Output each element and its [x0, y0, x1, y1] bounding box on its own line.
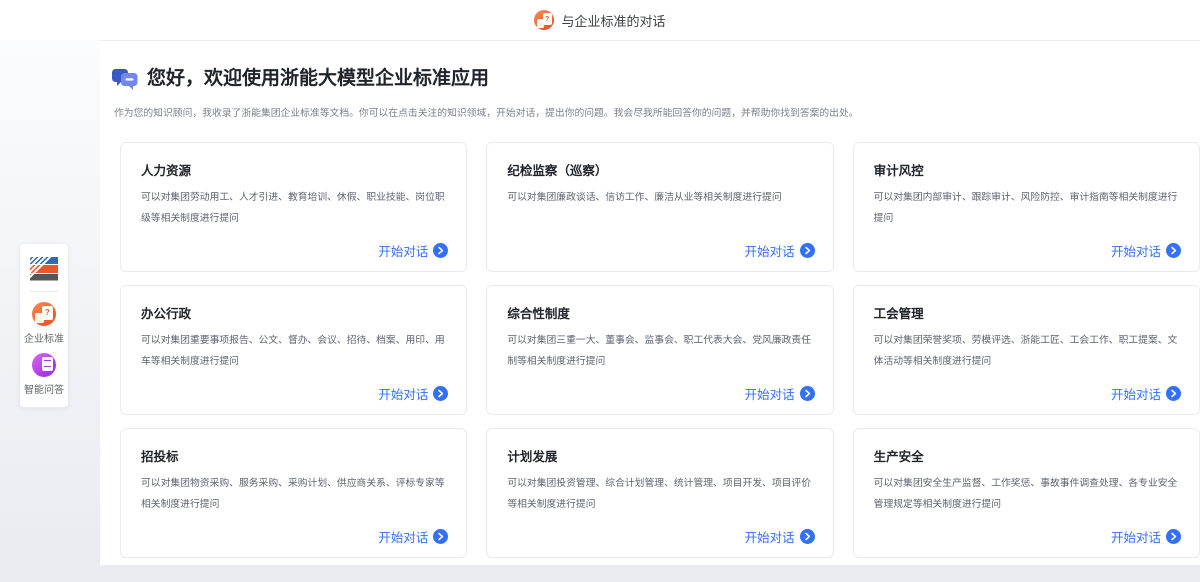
- card-description: 可以对集团三重一大、董事会、监事会、职工代表大会、党风廉政责任制等相关制度进行提…: [507, 330, 812, 372]
- doc-front-shape: ?: [543, 13, 552, 24]
- welcome-title: 您好，欢迎使用浙能大模型企业标准应用: [147, 67, 489, 91]
- arrow-right-icon: [433, 386, 448, 401]
- arrow-right-icon: [800, 386, 815, 401]
- card-title: 计划发展: [507, 446, 812, 465]
- start-chat-button[interactable]: 开始对话: [1111, 384, 1181, 403]
- card-description: 可以对集团内部审计、跟踪审计、风险防控、审计指南等相关制度进行提问: [874, 187, 1179, 229]
- card-audit-risk[interactable]: 审计风控 可以对集团内部审计、跟踪审计、风险防控、审计指南等相关制度进行提问 开…: [853, 142, 1200, 272]
- doc-front-shape: ?: [42, 306, 53, 320]
- sidebar-item-enterprise-standard[interactable]: ? 企业标准: [24, 302, 64, 345]
- arrow-right-icon: [433, 529, 448, 544]
- sidebar-item-smart-qa[interactable]: 智能问答: [24, 353, 64, 396]
- card-description: 可以对集团荣誉奖项、劳模评选、浙能工匠、工会工作、职工提案、文体活动等相关制度进…: [874, 330, 1179, 372]
- card-discipline-inspection[interactable]: 纪检监察（巡察） 可以对集团廉政谈话、信访工作、廉洁从业等相关制度进行提问 开始…: [486, 142, 833, 272]
- card-title: 审计风控: [874, 160, 1179, 179]
- doc-front-shape: [42, 357, 53, 371]
- welcome-subtitle: 作为您的知识顾问，我收录了浙能集团企业标准等文档。你可以在点击关注的知识领域，开…: [114, 105, 1180, 119]
- start-chat-label: 开始对话: [378, 384, 428, 403]
- chat-bubbles-icon: [112, 68, 138, 90]
- start-chat-button[interactable]: 开始对话: [378, 384, 448, 403]
- start-chat-button[interactable]: 开始对话: [1111, 241, 1181, 260]
- enterprise-standard-icon: ?: [32, 302, 56, 326]
- sidebar-item-label: 智能问答: [24, 381, 64, 396]
- enterprise-standard-icon: ?: [534, 10, 554, 30]
- card-description: 可以对集团安全生产监督、工作奖惩、事故事件调查处理、各专业安全管理规定等相关制度…: [874, 473, 1179, 515]
- start-chat-label: 开始对话: [1111, 384, 1161, 403]
- question-glyph: ?: [45, 309, 50, 317]
- main-panel: 您好，欢迎使用浙能大模型企业标准应用 作为您的知识顾问，我收录了浙能集团企业标准…: [100, 40, 1200, 565]
- doc-lines-glyph: [44, 360, 51, 367]
- start-chat-button[interactable]: 开始对话: [1111, 527, 1181, 546]
- smart-qa-icon: [32, 353, 56, 377]
- sidebar: ? 企业标准 智能问答: [20, 244, 68, 407]
- page-title: 与企业标准的对话: [561, 11, 665, 30]
- card-production-safety[interactable]: 生产安全 可以对集团安全生产监督、工作奖惩、事故事件调查处理、各专业安全管理规定…: [853, 428, 1200, 558]
- zheneng-logo[interactable]: [29, 253, 59, 283]
- arrow-right-icon: [800, 529, 815, 544]
- card-description: 可以对集团重要事项报告、公文、督办、会议、招待、档案、用印、用车等相关制度进行提…: [141, 330, 446, 372]
- card-description: 可以对集团投资管理、综合计划管理、统计管理、项目开发、项目评价等相关制度进行提问: [507, 473, 812, 515]
- sidebar-divider: [29, 291, 59, 292]
- card-title: 招投标: [141, 446, 446, 465]
- start-chat-label: 开始对话: [1111, 241, 1161, 260]
- card-title: 生产安全: [874, 446, 1179, 465]
- start-chat-button[interactable]: 开始对话: [745, 527, 815, 546]
- category-grid: 人力资源 可以对集团劳动用工、人才引进、教育培训、休假、职业技能、岗位职级等相关…: [120, 142, 1200, 558]
- card-planning-development[interactable]: 计划发展 可以对集团投资管理、综合计划管理、统计管理、项目开发、项目评价等相关制…: [486, 428, 833, 558]
- start-chat-label: 开始对话: [378, 241, 428, 260]
- card-description: 可以对集团物资采购、服务采购、采购计划、供应商关系、评标专家等相关制度进行提问: [141, 473, 446, 515]
- card-bidding[interactable]: 招投标 可以对集团物资采购、服务采购、采购计划、供应商关系、评标专家等相关制度进…: [120, 428, 467, 558]
- arrow-right-icon: [433, 243, 448, 258]
- card-title: 人力资源: [141, 160, 446, 179]
- card-comprehensive-system[interactable]: 综合性制度 可以对集团三重一大、董事会、监事会、职工代表大会、党风廉政责任制等相…: [486, 285, 833, 415]
- card-human-resources[interactable]: 人力资源 可以对集团劳动用工、人才引进、教育培训、休假、职业技能、岗位职级等相关…: [120, 142, 467, 272]
- start-chat-label: 开始对话: [378, 527, 428, 546]
- start-chat-label: 开始对话: [1111, 527, 1161, 546]
- arrow-right-icon: [1166, 529, 1181, 544]
- start-chat-button[interactable]: 开始对话: [745, 384, 815, 403]
- card-title: 办公行政: [141, 303, 446, 322]
- card-description: 可以对集团劳动用工、人才引进、教育培训、休假、职业技能、岗位职级等相关制度进行提…: [141, 187, 446, 229]
- start-chat-button[interactable]: 开始对话: [378, 527, 448, 546]
- card-office-admin[interactable]: 办公行政 可以对集团重要事项报告、公文、督办、会议、招待、档案、用印、用车等相关…: [120, 285, 467, 415]
- card-description: 可以对集团廉政谈话、信访工作、廉洁从业等相关制度进行提问: [507, 187, 812, 208]
- question-glyph: ?: [545, 16, 549, 23]
- card-union-management[interactable]: 工会管理 可以对集团荣誉奖项、劳模评选、浙能工匠、工会工作、职工提案、文体活动等…: [853, 285, 1200, 415]
- welcome-section: 您好，欢迎使用浙能大模型企业标准应用 作为您的知识顾问，我收录了浙能集团企业标准…: [100, 41, 1200, 119]
- start-chat-button[interactable]: 开始对话: [378, 241, 448, 260]
- arrow-right-icon: [1166, 243, 1181, 258]
- arrow-right-icon: [800, 243, 815, 258]
- start-chat-label: 开始对话: [745, 527, 795, 546]
- card-title: 纪检监察（巡察）: [507, 160, 812, 179]
- start-chat-label: 开始对话: [745, 241, 795, 260]
- card-title: 工会管理: [874, 303, 1179, 322]
- card-title: 综合性制度: [507, 303, 812, 322]
- top-header: ? 与企业标准的对话: [0, 0, 1200, 40]
- start-chat-label: 开始对话: [745, 384, 795, 403]
- sidebar-item-label: 企业标准: [24, 330, 64, 345]
- start-chat-button[interactable]: 开始对话: [745, 241, 815, 260]
- arrow-right-icon: [1166, 386, 1181, 401]
